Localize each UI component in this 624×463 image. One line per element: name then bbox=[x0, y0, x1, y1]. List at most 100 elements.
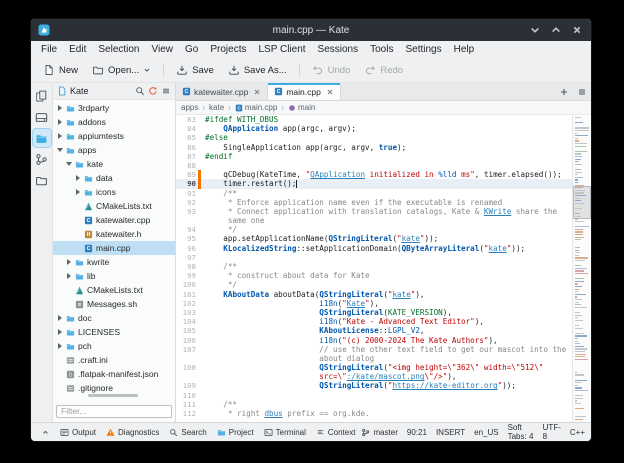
save-button[interactable]: Save bbox=[170, 61, 220, 79]
code-line[interactable]: 93 * Connect application with translatio… bbox=[176, 207, 572, 216]
tree-item-lib[interactable]: lib bbox=[53, 269, 175, 283]
tree-item-licenses[interactable]: LICENSES bbox=[53, 325, 175, 339]
menu-item-selection[interactable]: Selection bbox=[92, 42, 145, 57]
tree-item-kwrite[interactable]: kwrite bbox=[53, 255, 175, 269]
project-refresh-icon[interactable] bbox=[148, 86, 158, 96]
expand-arrow-icon[interactable] bbox=[56, 329, 63, 335]
project-name[interactable]: Kate bbox=[70, 86, 89, 96]
tool-button-projects[interactable] bbox=[31, 128, 52, 148]
code-line[interactable]: 102 i18n("Kate"), bbox=[176, 299, 572, 308]
code-line[interactable]: 89 qCDebug(KateTime, "QApplication initi… bbox=[176, 170, 572, 180]
expand-arrow-icon[interactable] bbox=[56, 119, 63, 125]
expand-arrow-icon[interactable] bbox=[74, 189, 81, 195]
project-search-icon[interactable] bbox=[135, 86, 145, 96]
tree-item-main-cpp[interactable]: Cmain.cpp bbox=[53, 241, 175, 255]
code-line[interactable]: same one bbox=[176, 216, 572, 225]
breadcrumb-kate[interactable]: kate bbox=[209, 103, 224, 112]
code-line[interactable]: 104 i18n("Kate - Advanced Text Editor"), bbox=[176, 317, 572, 326]
tree-item-flatpak-manifest-json[interactable]: {} .flatpak-manifest.json bbox=[53, 367, 175, 381]
tree-item-addons[interactable]: addons bbox=[53, 115, 175, 129]
expand-arrow-icon[interactable] bbox=[65, 259, 72, 265]
code-line[interactable]: 97 bbox=[176, 253, 572, 262]
code-line[interactable]: 95 app.setApplicationName(QStringLiteral… bbox=[176, 234, 572, 243]
code-view[interactable]: 83 #ifdef WITH_DBUS 84 QApplication app(ar… bbox=[176, 115, 572, 422]
collapse-arrow-icon[interactable] bbox=[56, 148, 63, 152]
code-line[interactable]: 110 bbox=[176, 391, 572, 400]
code-line[interactable]: 107 // use the other text field to get o… bbox=[176, 345, 572, 354]
menu-item-lsp-client[interactable]: LSP Client bbox=[252, 42, 311, 57]
dictionary-status[interactable]: en_US bbox=[474, 428, 498, 437]
code-line[interactable]: 101 KAboutData aboutData(QStringLiteral(… bbox=[176, 290, 572, 299]
tab-settings-status[interactable]: Soft Tabs: 4 bbox=[508, 423, 534, 441]
tree-item-appiumtests[interactable]: appiumtests bbox=[53, 129, 175, 143]
project-button[interactable]: Project bbox=[213, 427, 258, 438]
code-line[interactable]: 99 * construct about data for Kate bbox=[176, 271, 572, 280]
tab-close-icon[interactable] bbox=[253, 88, 261, 96]
expand-arrow-icon[interactable] bbox=[56, 343, 63, 349]
code-line[interactable]: 106 i18n("(c) 2000-2024 The Kate Authors… bbox=[176, 336, 572, 345]
diagnostics-button[interactable]: Diagnostics bbox=[102, 427, 163, 438]
encoding-status[interactable]: UTF-8 bbox=[543, 423, 561, 441]
code-line[interactable]: 103 QStringLiteral(KATE_VERSION), bbox=[176, 308, 572, 317]
maximize-button[interactable] bbox=[549, 23, 563, 37]
terminal-button[interactable]: Terminal bbox=[260, 427, 310, 438]
menu-item-help[interactable]: Help bbox=[448, 42, 481, 57]
tab-katewaiter-cpp[interactable]: Ckatewaiter.cpp bbox=[176, 83, 269, 100]
code-line[interactable]: about dialog bbox=[176, 354, 572, 363]
tab-close-icon[interactable] bbox=[326, 88, 334, 96]
project-filter-input[interactable] bbox=[56, 404, 172, 418]
breadcrumb-apps[interactable]: apps bbox=[181, 103, 198, 112]
syntax-mode-status[interactable]: C++ bbox=[570, 428, 585, 437]
code-line[interactable]: 88 bbox=[176, 161, 572, 170]
tree-item-katewaiter-cpp[interactable]: Ckatewaiter.cpp bbox=[53, 213, 175, 227]
menu-item-sessions[interactable]: Sessions bbox=[312, 42, 365, 57]
tree-item-craft-ini[interactable]: .craft.ini bbox=[53, 353, 175, 367]
code-line[interactable]: 112 * right dbus prefix == org.kde. bbox=[176, 409, 572, 418]
tree-item-katewaiter-h[interactable]: Hkatewaiter.h bbox=[53, 227, 175, 241]
undo-button[interactable]: Undo bbox=[306, 61, 357, 79]
new-tab-button[interactable] bbox=[555, 83, 573, 100]
tool-button-files[interactable] bbox=[33, 171, 51, 189]
code-line[interactable]: 83 #ifdef WITH_DBUS bbox=[176, 115, 572, 124]
code-line[interactable]: src=\":/kate/mascot.png\"/>"), bbox=[176, 372, 572, 381]
redo-button[interactable]: Redo bbox=[358, 61, 409, 79]
close-button[interactable] bbox=[570, 23, 584, 37]
code-line[interactable]: 111 /** bbox=[176, 400, 572, 409]
output-button[interactable]: Output bbox=[56, 427, 100, 438]
project-tree-scrollbar[interactable] bbox=[59, 393, 169, 398]
tree-item-icons[interactable]: icons bbox=[53, 185, 175, 199]
tree-item-kate[interactable]: kate bbox=[53, 157, 175, 171]
code-line[interactable]: 96 KLocalizedString::setApplicationDomai… bbox=[176, 244, 572, 253]
statusbar-expand-button[interactable] bbox=[37, 427, 54, 438]
open-button[interactable]: Open... bbox=[86, 61, 157, 79]
code-line[interactable]: 109 QStringLiteral("https://kate-editor.… bbox=[176, 381, 572, 390]
menu-item-view[interactable]: View bbox=[146, 42, 180, 57]
code-line[interactable]: 91 /** bbox=[176, 189, 572, 198]
tree-item-pch[interactable]: pch bbox=[53, 339, 175, 353]
code-line[interactable]: 108 QStringLiteral("<img height=\"362\" … bbox=[176, 363, 572, 372]
menu-item-edit[interactable]: Edit bbox=[63, 42, 92, 57]
tree-item-apps[interactable]: apps bbox=[53, 143, 175, 157]
tree-item-3rdparty[interactable]: 3rdparty bbox=[53, 101, 175, 115]
context-button[interactable]: Context bbox=[312, 427, 360, 438]
tool-button-filesystem[interactable] bbox=[33, 108, 51, 126]
code-line[interactable]: 85 #else bbox=[176, 133, 572, 142]
tool-button-git[interactable] bbox=[33, 150, 51, 168]
tree-item-gitignore[interactable]: .gitignore bbox=[53, 381, 175, 393]
tree-item-cmakelists-txt[interactable]: CMakeLists.txt bbox=[53, 283, 175, 297]
menu-item-go[interactable]: Go bbox=[179, 42, 204, 57]
menu-item-projects[interactable]: Projects bbox=[204, 42, 252, 57]
expand-arrow-icon[interactable] bbox=[56, 133, 63, 139]
tree-item-cmakelists-txt[interactable]: CMakeLists.txt bbox=[53, 199, 175, 213]
minimap-scrollbar[interactable] bbox=[572, 115, 591, 422]
minimize-button[interactable] bbox=[528, 23, 542, 37]
collapse-arrow-icon[interactable] bbox=[65, 162, 72, 166]
tree-item-doc[interactable]: doc bbox=[53, 311, 175, 325]
code-line[interactable]: 105 KAboutLicense::LGPL_V2, bbox=[176, 326, 572, 335]
tab-main-cpp[interactable]: Cmain.cpp bbox=[268, 83, 341, 100]
tree-item-data[interactable]: data bbox=[53, 171, 175, 185]
input-mode-status[interactable]: INSERT bbox=[436, 428, 465, 437]
expand-arrow-icon[interactable] bbox=[74, 175, 81, 181]
menu-item-file[interactable]: File bbox=[35, 42, 63, 57]
code-line[interactable]: 98 /** bbox=[176, 262, 572, 271]
